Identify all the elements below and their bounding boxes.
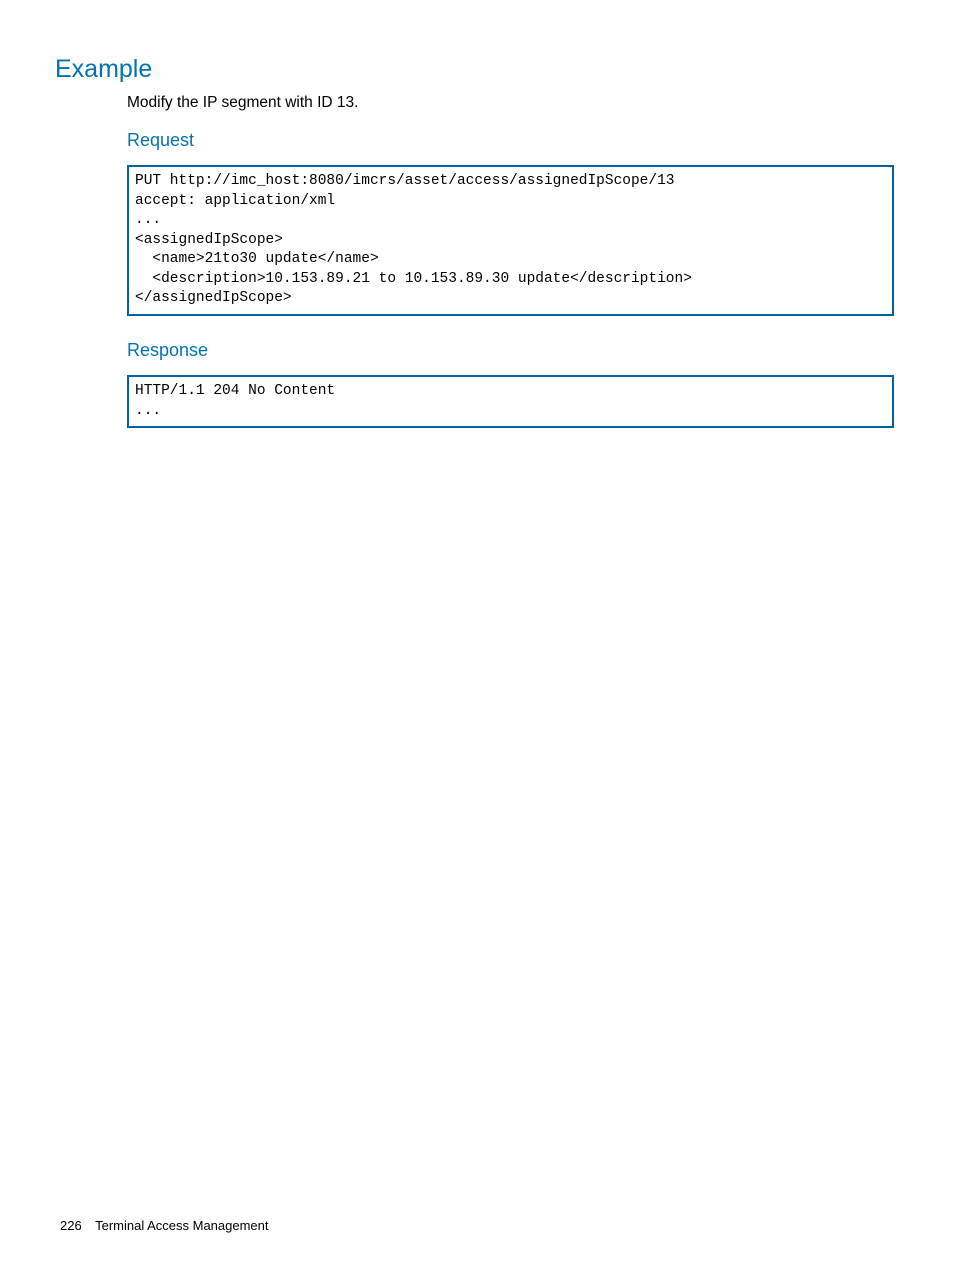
intro-text: Modify the IP segment with ID 13. xyxy=(127,94,894,112)
response-heading: Response xyxy=(127,340,894,361)
response-code-block: HTTP/1.1 204 No Content ... xyxy=(127,375,894,428)
page-content: Example Modify the IP segment with ID 13… xyxy=(0,0,954,428)
chapter-title: Terminal Access Management xyxy=(95,1218,268,1233)
request-heading: Request xyxy=(127,130,894,151)
page-footer: 226 Terminal Access Management xyxy=(60,1218,269,1233)
request-code-block: PUT http://imc_host:8080/imcrs/asset/acc… xyxy=(127,165,894,316)
example-heading: Example xyxy=(55,55,894,84)
page-number: 226 xyxy=(60,1218,82,1233)
